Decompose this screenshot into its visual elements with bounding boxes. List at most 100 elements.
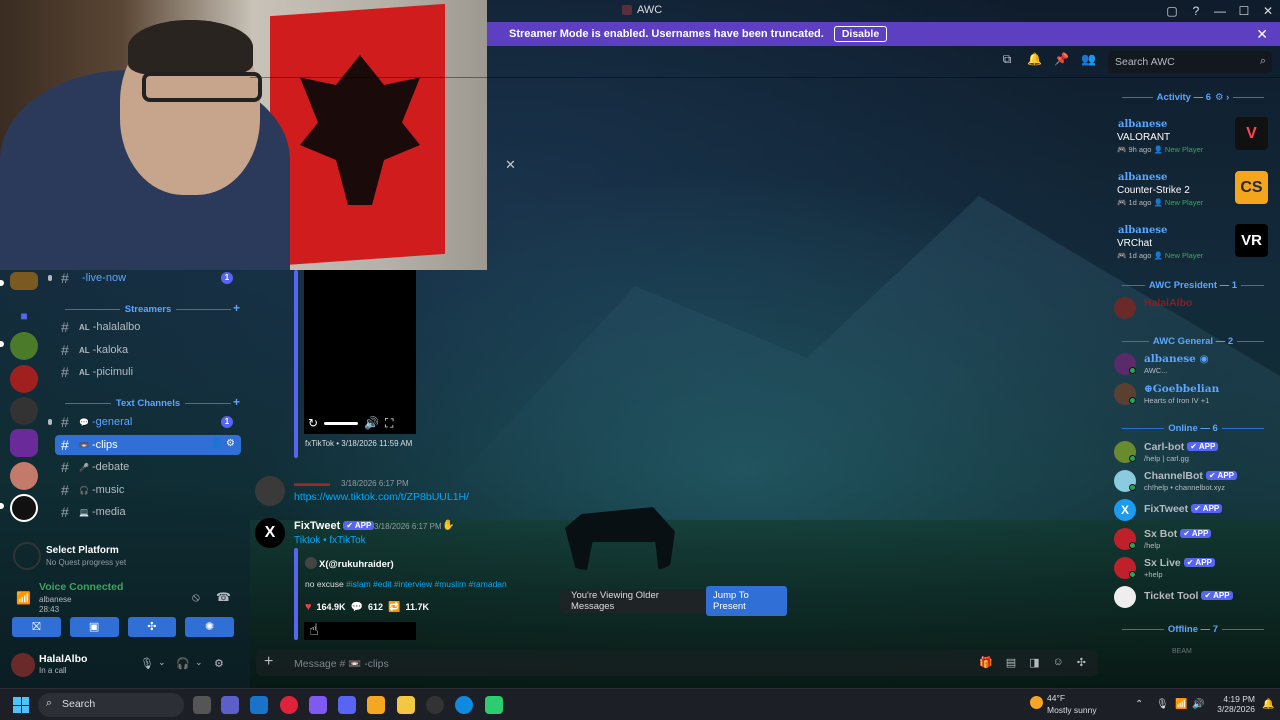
headphones-icon[interactable]: 🎧 xyxy=(176,657,190,670)
pin-icon[interactable]: 📌 xyxy=(1054,52,1069,66)
activity-user[interactable]: albanese xyxy=(1118,119,1167,130)
member-item[interactable]: Ticket Tool ✔ APP xyxy=(1114,584,1274,608)
channel-debate[interactable]: # 🎤 -debate xyxy=(55,457,241,477)
opera-icon[interactable] xyxy=(280,696,298,714)
inbox-icon[interactable]: ▢ xyxy=(1160,0,1184,22)
tweet-media[interactable] xyxy=(304,622,416,640)
banner-close-icon[interactable]: ✕ xyxy=(1256,26,1268,43)
chevron-down-icon[interactable]: ⌄ xyxy=(158,657,166,668)
server-icon-awc[interactable] xyxy=(10,429,38,457)
channel-halalalbo[interactable]: # AL -halalalbo xyxy=(55,317,241,337)
soundboard-button[interactable]: ✺ xyxy=(185,617,234,637)
channel-music[interactable]: # 🎧 -music xyxy=(55,480,241,500)
close-window-button[interactable]: ✕ xyxy=(1256,0,1280,22)
notification-bell-icon[interactable]: 🔔 xyxy=(1027,52,1042,66)
mic-tray-icon[interactable]: 🎙 xyxy=(1156,699,1169,710)
member-item[interactable]: albanese ◉ AWC... xyxy=(1114,351,1274,375)
member-item[interactable]: ChannelBot ✔ APP ch!help • channelbot.xyz xyxy=(1114,468,1274,492)
member-item[interactable]: Carl-bot ✔ APP /help | carl.gg xyxy=(1114,439,1274,463)
channel-settings-icons[interactable]: 👤 ⚙ xyxy=(211,438,235,449)
hashtags[interactable]: #islam #edit #interview #muslim #ramadan xyxy=(346,579,507,589)
server-icon-3[interactable] xyxy=(10,365,38,393)
activity-user[interactable]: albanese xyxy=(1118,172,1167,183)
reaction-icon[interactable]: ✋ xyxy=(442,520,454,531)
volume-icon[interactable]: 🔊 xyxy=(364,416,379,430)
activity-user[interactable]: albanese xyxy=(1118,225,1167,236)
threads-icon[interactable]: ⧉ xyxy=(1000,52,1014,66)
settings-gear-icon[interactable]: ⚙ xyxy=(214,657,224,670)
channel-media[interactable]: # 💻 -media xyxy=(55,502,241,522)
gif-icon[interactable]: ▤ xyxy=(1006,656,1016,669)
embed-author[interactable]: X(@rukuhraider) xyxy=(305,557,394,570)
disable-streamer-mode-button[interactable]: Disable xyxy=(833,26,888,42)
copilot-icon[interactable] xyxy=(309,696,327,714)
quest-panel[interactable]: Select Platform No Quest progress yet xyxy=(0,532,246,578)
activity-header[interactable]: Activity — 6 ⚙ › xyxy=(1118,92,1268,103)
voice-channel[interactable]: albanese xyxy=(39,595,71,604)
avatar[interactable] xyxy=(11,653,35,677)
channel-clips[interactable]: # 📼 -clips 👤 ⚙ xyxy=(55,435,241,455)
message-author-hidden[interactable]: ▬▬▬▬ xyxy=(294,478,330,488)
apps-icon[interactable]: ✣ xyxy=(1077,656,1086,669)
message-author[interactable]: FixTweet ✔ APP xyxy=(294,520,375,532)
channel-picimuli[interactable]: # AL -picimuli xyxy=(55,362,241,382)
help-icon[interactable]: ? xyxy=(1184,0,1208,22)
member-item[interactable]: ⊕Goebbelian Hearts of Iron IV +1 xyxy=(1114,381,1274,405)
android-app-icon[interactable] xyxy=(485,696,503,714)
obs-icon[interactable] xyxy=(426,696,444,714)
folder-icon[interactable]: ■ xyxy=(10,302,38,330)
fixtweet-avatar[interactable]: X xyxy=(255,518,285,548)
webcam-close-icon[interactable]: ✕ xyxy=(505,157,516,173)
member-item[interactable]: X FixTweet ✔ APP xyxy=(1114,497,1274,521)
volume-icon[interactable]: 🔊 xyxy=(1192,699,1204,710)
user-name[interactable]: HalalAlbo xyxy=(39,653,87,665)
member-item[interactable]: HalalAlbo xyxy=(1114,295,1274,319)
sticker-icon[interactable]: ◨ xyxy=(1029,656,1039,669)
member-item[interactable]: Sx Live ✔ APP +help xyxy=(1114,555,1274,579)
discord-icon[interactable] xyxy=(338,696,356,714)
member-list-icon[interactable]: 👥 xyxy=(1081,52,1096,66)
mic-icon[interactable]: 🎙 xyxy=(140,657,154,670)
wifi-icon[interactable]: 📶 xyxy=(1175,699,1187,710)
camera-off-button[interactable]: ⛝ xyxy=(12,617,61,637)
noise-suppression-icon[interactable]: ⦸ xyxy=(192,590,200,605)
server-icon-5[interactable] xyxy=(10,462,38,490)
replay-icon[interactable]: ↻ xyxy=(308,416,318,430)
category-text-channels[interactable]: Text Channels + xyxy=(60,395,240,409)
server-icon-4[interactable] xyxy=(10,397,38,425)
maximize-button[interactable]: ☐ xyxy=(1232,0,1256,22)
server-icon-1[interactable] xyxy=(10,272,38,290)
add-channel-icon[interactable]: + xyxy=(233,395,240,409)
gift-icon[interactable]: 🎁 xyxy=(979,656,993,669)
start-button[interactable] xyxy=(13,697,29,713)
minimize-button[interactable]: — xyxy=(1208,0,1232,22)
fullscreen-icon[interactable]: ⛶ xyxy=(385,416,393,431)
category-streamers[interactable]: Streamers + xyxy=(60,301,240,315)
notification-icon[interactable]: 🔔 xyxy=(1262,699,1274,710)
vrchat-icon[interactable]: VR xyxy=(1235,224,1268,257)
edge-icon[interactable] xyxy=(455,696,473,714)
message-input[interactable]: Message # 📼 -clips xyxy=(294,657,389,670)
app-icon-yellow[interactable] xyxy=(367,696,385,714)
emoji-icon[interactable]: ☺ xyxy=(1053,656,1064,669)
server-icon-2[interactable] xyxy=(10,332,38,360)
disconnect-icon[interactable]: ☎ xyxy=(216,590,231,604)
tray-overflow-icon[interactable]: ⌃ xyxy=(1135,699,1143,710)
server-icon-6[interactable] xyxy=(10,494,38,522)
signal-icon[interactable]: 📶 xyxy=(16,591,31,605)
volume-slider[interactable] xyxy=(324,421,359,425)
channel-general[interactable]: # 💬 -general 1 xyxy=(48,412,241,432)
embed-source[interactable]: Tiktok • fxTikTok xyxy=(294,535,366,546)
taskbar-clock[interactable]: 4:19 PM 3/28/2026 xyxy=(1209,694,1255,714)
counter-strike-icon[interactable]: CS xyxy=(1235,171,1268,204)
outlook-icon[interactable] xyxy=(250,696,268,714)
search-input[interactable]: Search AWC ⌕ xyxy=(1108,51,1272,73)
tiktok-link[interactable]: https://www.tiktok.com/t/ZP8bUUL1H/ xyxy=(294,491,469,503)
voice-status[interactable]: Voice Connected xyxy=(39,581,123,593)
jump-to-present-button[interactable]: Jump To Present xyxy=(706,586,787,616)
avatar[interactable] xyxy=(255,476,285,506)
file-explorer-icon[interactable] xyxy=(397,696,415,714)
add-channel-icon[interactable]: + xyxy=(233,301,240,315)
channel-kaloka[interactable]: # AL -kaloka xyxy=(55,340,241,360)
teams-icon[interactable] xyxy=(221,696,239,714)
